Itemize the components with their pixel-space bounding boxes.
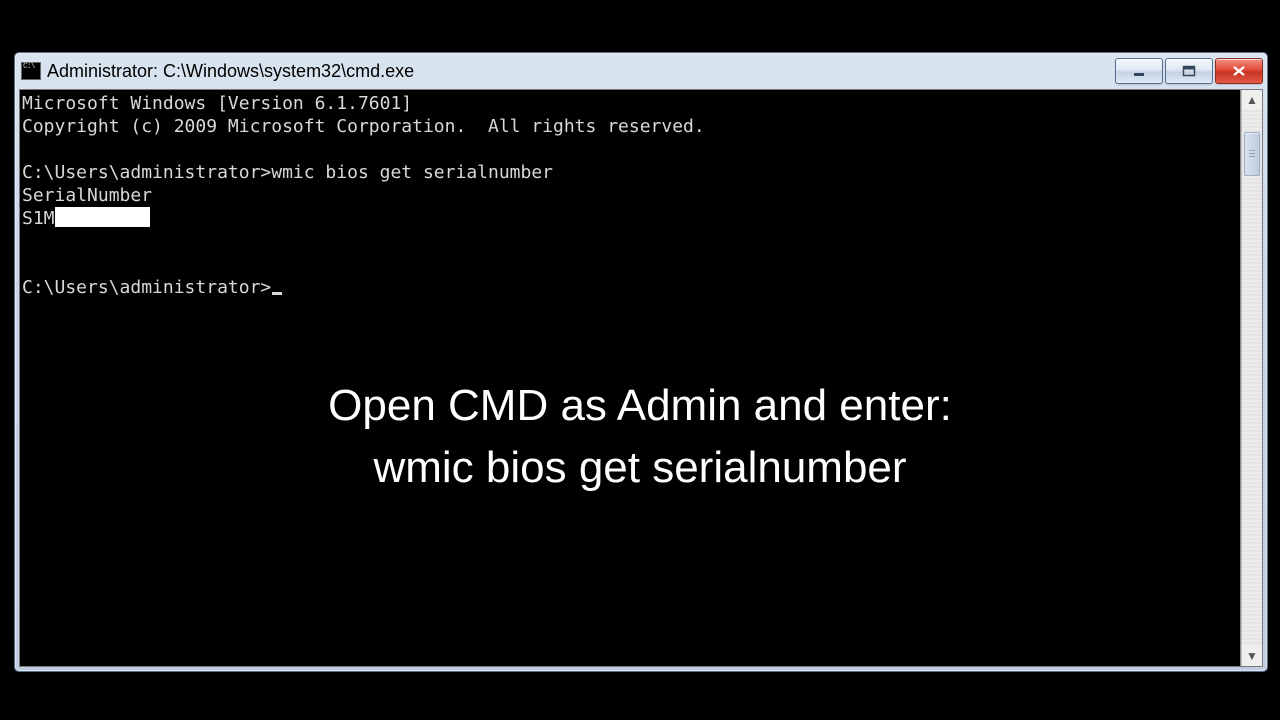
cmd-window: Administrator: C:\Windows\system32\cmd.e… (14, 52, 1268, 672)
vertical-scrollbar[interactable]: ▲ ▼ (1241, 90, 1262, 666)
scroll-down-arrow-icon[interactable]: ▼ (1242, 646, 1262, 666)
client-area: Microsoft Windows [Version 6.1.7601] Cop… (19, 89, 1263, 667)
redacted-block (55, 207, 150, 227)
caption-buttons (1115, 58, 1263, 84)
console-header-line2: Copyright (c) 2009 Microsoft Corporation… (22, 116, 705, 137)
scroll-track[interactable] (1242, 110, 1262, 646)
console-prompt-1: C:\Users\administrator> (22, 162, 271, 183)
console-header-line1: Microsoft Windows [Version 6.1.7601] (22, 93, 412, 114)
console-output-header: SerialNumber (22, 185, 152, 206)
cmd-icon (21, 62, 41, 80)
cursor-icon (272, 292, 282, 295)
scroll-thumb[interactable] (1244, 132, 1260, 176)
console-command-1: wmic bios get serialnumber (271, 162, 553, 183)
console-prompt-2: C:\Users\administrator> (22, 277, 271, 298)
scroll-up-arrow-icon[interactable]: ▲ (1242, 90, 1262, 110)
close-button[interactable] (1215, 58, 1263, 84)
console-output[interactable]: Microsoft Windows [Version 6.1.7601] Cop… (20, 90, 1241, 666)
maximize-icon (1182, 65, 1196, 77)
titlebar[interactable]: Administrator: C:\Windows\system32\cmd.e… (15, 53, 1267, 89)
console-output-value: S1M (22, 208, 55, 229)
maximize-button[interactable] (1165, 58, 1213, 84)
minimize-icon (1132, 65, 1146, 77)
close-icon (1232, 65, 1246, 77)
minimize-button[interactable] (1115, 58, 1163, 84)
window-title: Administrator: C:\Windows\system32\cmd.e… (47, 61, 1115, 82)
